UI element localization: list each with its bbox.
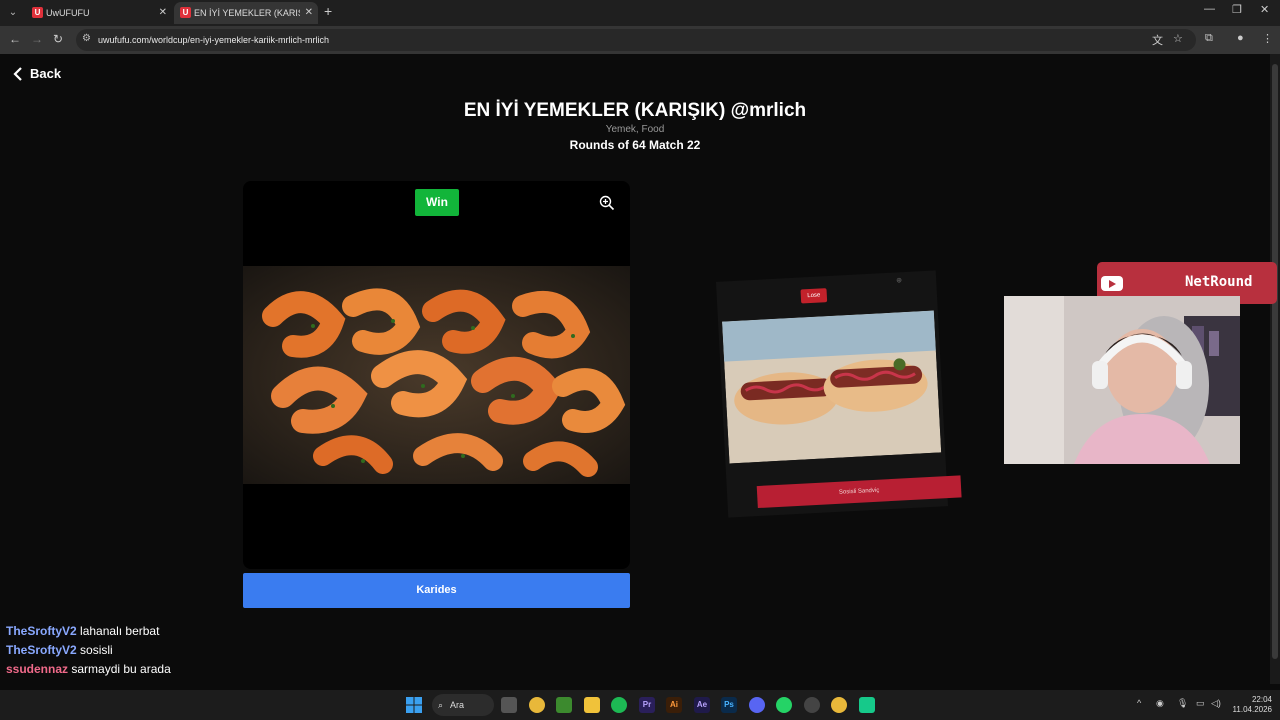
illustrator-icon[interactable]: Ai bbox=[666, 697, 682, 713]
lose-badge: Lose bbox=[800, 288, 828, 304]
premiere-icon[interactable]: Pr bbox=[639, 697, 655, 713]
task-view-icon[interactable] bbox=[501, 697, 517, 713]
windows-start-icon[interactable] bbox=[406, 697, 422, 713]
discord-tray-icon[interactable]: ◉ bbox=[1156, 698, 1164, 709]
search-icon: ⌕ bbox=[438, 700, 444, 710]
app-icon[interactable] bbox=[859, 697, 875, 713]
channel-name: NetRound bbox=[1185, 274, 1253, 290]
youtube-logo-icon bbox=[1101, 276, 1123, 291]
profile-avatar-icon[interactable]: ● bbox=[1237, 32, 1244, 44]
translate-icon[interactable]: 文 bbox=[1152, 32, 1163, 48]
chevron-left-icon bbox=[13, 66, 22, 81]
chat-username: ssudennaz bbox=[6, 662, 69, 676]
winner-choice-button[interactable]: Karides bbox=[243, 573, 630, 608]
microphone-icon[interactable]: 🎙 bbox=[1177, 698, 1188, 709]
chat-username: TheSroftyV2 bbox=[6, 624, 77, 638]
chat-message: TheSroftyV2 lahanalı berbat bbox=[6, 622, 171, 641]
restore-icon[interactable]: ❐ bbox=[1232, 3, 1242, 16]
new-tab-plus-icon[interactable]: + bbox=[324, 3, 332, 19]
search-label: Ara bbox=[450, 700, 465, 710]
uwufufu-favicon-icon: U bbox=[180, 7, 191, 18]
obs-icon[interactable] bbox=[804, 697, 820, 713]
browser-toolbar: ← → ↻ ⚙ uwufufu.com/worldcup/en-iyi-yeme… bbox=[0, 26, 1280, 54]
bookmark-star-icon[interactable]: ☆ bbox=[1173, 32, 1183, 45]
minimize-icon[interactable]: — bbox=[1204, 3, 1215, 15]
browser-menu-icon[interactable]: ⋮ bbox=[1262, 32, 1273, 45]
taskbar-clock[interactable]: 22:04 11.04.2026 bbox=[1228, 695, 1272, 715]
browser-tab-strip: ⌄ U UwUFUFU ✕ U EN İYİ YEMEKLER (KARIŞIK… bbox=[0, 0, 1280, 26]
browser-tab-worldcup[interactable]: U EN İYİ YEMEKLER (KARIŞIK) @mrlich ✕ bbox=[174, 2, 318, 24]
tab-title: UwUFUFU bbox=[46, 8, 90, 18]
tab-search-chevron-icon[interactable]: ⌄ bbox=[4, 4, 22, 22]
page-scrollbar[interactable] bbox=[1270, 54, 1280, 684]
round-info: Rounds of 64 Match 22 bbox=[569, 138, 701, 152]
reload-icon[interactable]: ↻ bbox=[53, 32, 63, 46]
uwufufu-favicon-icon: U bbox=[32, 7, 43, 18]
photoshop-icon[interactable]: Ps bbox=[721, 697, 737, 713]
network-icon[interactable]: ▭ bbox=[1196, 698, 1205, 709]
chrome-icon[interactable] bbox=[529, 697, 545, 713]
chat-text: sarmaydi bu arada bbox=[71, 662, 171, 676]
window-close-icon[interactable]: ✕ bbox=[1260, 3, 1269, 16]
win-badge: Win bbox=[415, 189, 459, 216]
url-text[interactable]: uwufufu.com/worldcup/en-iyi-yemekler-kar… bbox=[98, 29, 329, 51]
chat-text: sosisli bbox=[80, 643, 113, 657]
chat-message: TheSroftyV2 sosisli bbox=[6, 641, 171, 660]
close-tab-icon[interactable]: ✕ bbox=[305, 2, 313, 24]
tray-chevron-icon[interactable]: ^ bbox=[1137, 698, 1141, 708]
stream-chat: TheSroftyV2 lahanalı berbat TheSroftyV2 … bbox=[6, 622, 171, 679]
zoom-in-icon: ⊕ bbox=[895, 277, 903, 285]
spotify-icon[interactable] bbox=[611, 697, 627, 713]
extensions-icon[interactable]: ⧉ bbox=[1205, 32, 1213, 45]
page-title: EN İYİ YEMEKLER (KARIŞIK) @mrlich bbox=[463, 100, 807, 121]
zoom-in-icon[interactable] bbox=[599, 195, 615, 211]
browser-tab-uwufufu[interactable]: U UwUFUFU ✕ bbox=[26, 2, 172, 24]
discord-icon[interactable] bbox=[749, 697, 765, 713]
back-button[interactable]: Back bbox=[12, 66, 61, 81]
scrollbar-thumb[interactable] bbox=[1272, 64, 1278, 659]
chat-username: TheSroftyV2 bbox=[6, 643, 77, 657]
chat-message: ssudennaz sarmaydi bu arada bbox=[6, 660, 171, 679]
hotdog-sandwich-image bbox=[722, 310, 942, 464]
windows-taskbar: ⌕ Ara Pr Ai Ae Ps ^ ◉ 🎙 ▭ ◁) 22:04 11.04… bbox=[0, 690, 1280, 720]
address-bar[interactable]: ⚙ uwufufu.com/worldcup/en-iyi-yemekler-k… bbox=[76, 29, 1196, 51]
streamer-webcam-image bbox=[1004, 296, 1240, 464]
close-tab-icon[interactable]: ✕ bbox=[159, 2, 167, 24]
back-arrow-icon[interactable]: ← bbox=[9, 32, 21, 46]
clock-time: 22:04 bbox=[1251, 695, 1272, 704]
webcam-feed bbox=[1004, 296, 1240, 464]
winner-card[interactable]: Win bbox=[243, 181, 630, 569]
site-info-icon[interactable]: ⚙ bbox=[82, 33, 91, 44]
chat-text: lahanalı berbat bbox=[80, 624, 160, 638]
back-label: Back bbox=[30, 66, 62, 81]
loser-choice-label: Sosisli Sandviç bbox=[756, 475, 962, 509]
tab-title: EN İYİ YEMEKLER (KARIŞIK) @mrlich bbox=[194, 8, 300, 18]
forward-arrow-icon[interactable]: → bbox=[31, 32, 43, 46]
volume-icon[interactable]: ◁) bbox=[1211, 698, 1221, 709]
whatsapp-icon[interactable] bbox=[776, 697, 792, 713]
chrome-icon[interactable] bbox=[831, 697, 847, 713]
minecraft-icon[interactable] bbox=[556, 697, 572, 713]
category-list: Yemek, Food bbox=[605, 124, 665, 135]
clock-date: 11.04.2026 bbox=[1232, 705, 1272, 714]
loser-card: Lose ⊕ Sosisli Sandviç bbox=[715, 270, 962, 518]
shrimp-dish-image[interactable] bbox=[243, 266, 630, 484]
file-explorer-icon[interactable] bbox=[584, 697, 600, 713]
taskbar-search[interactable]: ⌕ Ara bbox=[432, 694, 494, 716]
after-effects-icon[interactable]: Ae bbox=[694, 697, 710, 713]
